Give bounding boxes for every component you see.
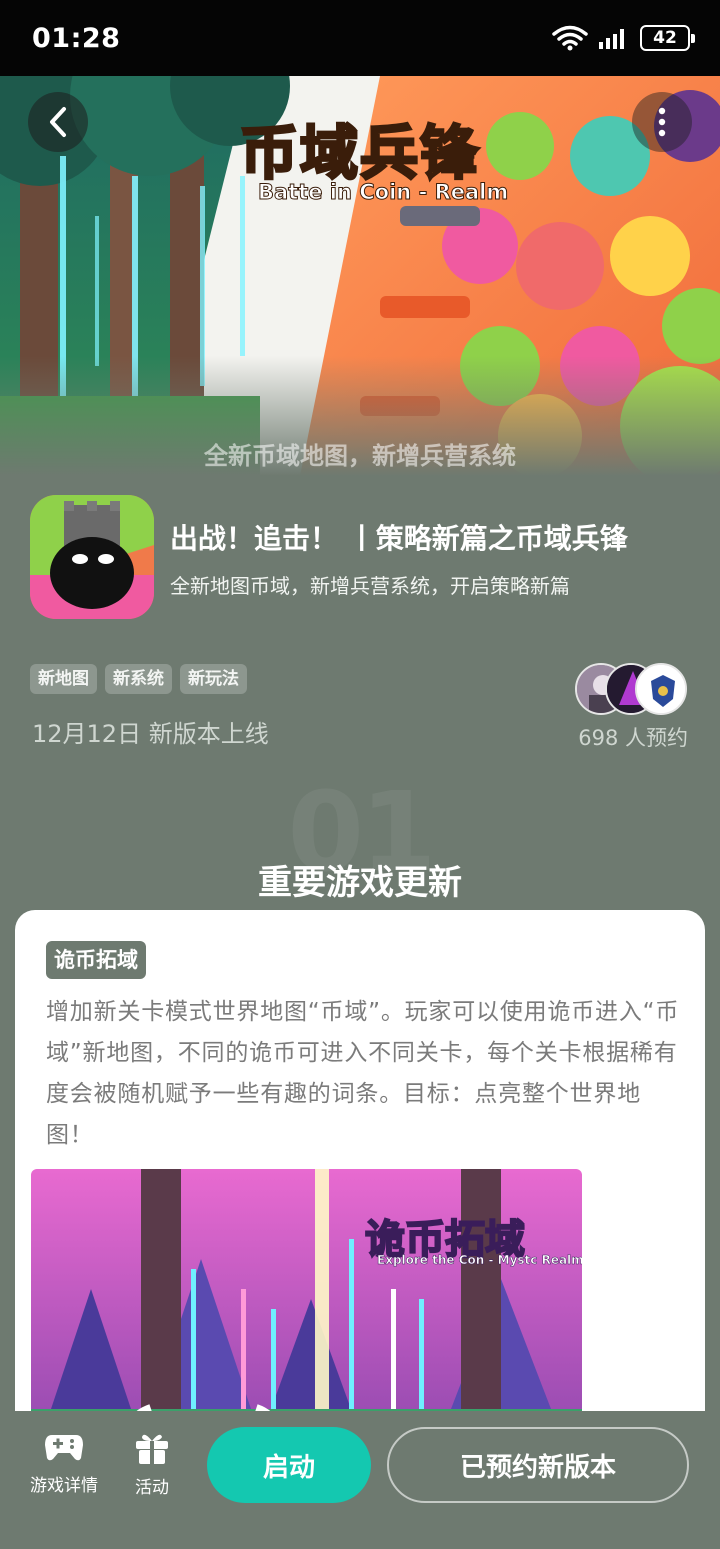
battery-level: 42 bbox=[653, 28, 677, 48]
app-subtitle: 全新地图币域，新增兵营系统，开启策略新篇 bbox=[170, 574, 570, 598]
status-time: 01:28 bbox=[32, 22, 121, 54]
banner-subtitle: Batte in Coin - Realm bbox=[257, 180, 509, 205]
card-image-subtitle: Explore the Con - Mystc Realm bbox=[377, 1253, 582, 1268]
gamepad-icon bbox=[45, 1435, 83, 1461]
tag-item: 新玩法 bbox=[180, 664, 247, 694]
reserve-count: 698 人预约 bbox=[578, 726, 688, 750]
wifi-icon bbox=[552, 25, 588, 51]
status-bar: 01:28 42 bbox=[0, 0, 720, 76]
banner-image: 币域兵锋 Batte in Coin - Realm 全新币域地图，新增兵营系统 bbox=[0, 76, 720, 476]
launch-button[interactable]: 启动 bbox=[207, 1427, 371, 1503]
app-icon bbox=[30, 495, 154, 619]
tag-list: 新地图 新系统 新玩法 bbox=[30, 664, 247, 694]
chevron-left-icon bbox=[50, 107, 66, 137]
status-icons: 42 bbox=[552, 25, 695, 51]
reserved-button[interactable]: 已预约新版本 bbox=[387, 1427, 689, 1503]
release-date: 12月12日 新版本上线 bbox=[32, 720, 269, 748]
app-title: 出战！追击！ 丨策略新篇之币域兵锋 bbox=[170, 522, 628, 555]
activity-button[interactable]: 活动 bbox=[134, 1431, 170, 1498]
game-details-label: 游戏详情 bbox=[30, 1476, 98, 1496]
banner-title: 币域兵锋 bbox=[238, 118, 481, 189]
game-details-button[interactable]: 游戏详情 bbox=[30, 1431, 98, 1496]
battery-icon: 42 bbox=[640, 25, 695, 51]
section-title: 重要游戏更新 bbox=[258, 863, 462, 903]
card-description: 增加新关卡模式世界地图“币域”。玩家可以使用诡币进入“币域”新地图，不同的诡币可… bbox=[46, 999, 680, 1148]
more-button[interactable] bbox=[632, 92, 692, 152]
banner-caption: 全新币域地图，新增兵营系统 bbox=[204, 442, 516, 470]
bottom-action-bar: 游戏详情 活动 启动 已预约新版本 bbox=[0, 1411, 720, 1549]
reserver-avatars bbox=[575, 663, 687, 715]
gift-icon bbox=[136, 1434, 168, 1465]
back-button[interactable] bbox=[28, 92, 88, 152]
signal-icon bbox=[599, 29, 624, 49]
tag-item: 新地图 bbox=[30, 664, 97, 694]
tag-item: 新系统 bbox=[105, 664, 172, 694]
activity-label: 活动 bbox=[135, 1478, 169, 1498]
avatar bbox=[635, 663, 687, 715]
card-tag: 诡币拓域 bbox=[46, 941, 146, 979]
more-vertical-icon bbox=[658, 107, 666, 137]
